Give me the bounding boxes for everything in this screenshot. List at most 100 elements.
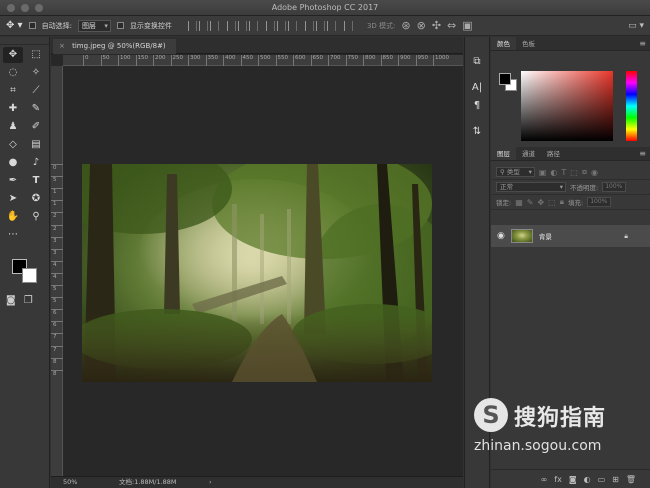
blur-tool-icon[interactable]: ● xyxy=(3,155,23,171)
layer-style-icon[interactable]: fx xyxy=(554,475,562,484)
show-transform-checkbox[interactable] xyxy=(116,22,124,29)
new-group-icon[interactable]: ▭ xyxy=(598,475,606,484)
type-tool-icon[interactable]: T xyxy=(26,173,46,189)
brush-tool-icon[interactable]: ✎ xyxy=(26,101,46,117)
lock-pixels-icon[interactable]: ✎ xyxy=(527,198,534,207)
ruler-tick-h: 950 xyxy=(415,55,428,66)
auto-select-target-dropdown[interactable]: 图层 xyxy=(77,19,111,32)
align-right-icon[interactable] xyxy=(248,20,258,31)
filter-toggle-icon[interactable]: ◉ xyxy=(591,168,598,177)
fill-input[interactable]: 100% xyxy=(587,197,612,207)
horizontal-ruler[interactable]: 0 50 100 150 200 250 300 350 400 450 500 550 600 650 7… xyxy=(63,55,463,66)
hue-slider[interactable] xyxy=(626,71,637,141)
visibility-eye-icon[interactable]: ◉ xyxy=(497,231,505,241)
filter-type-icon[interactable]: T xyxy=(561,168,566,177)
hand-tool-icon[interactable]: ✋ xyxy=(3,209,23,225)
forest-photo[interactable] xyxy=(82,164,432,382)
close-tab-icon[interactable]: × xyxy=(59,42,65,50)
eyedropper-tool-icon[interactable]: ⟋ xyxy=(26,83,46,99)
properties-icon[interactable]: ⇅ xyxy=(468,125,486,139)
workspace-menu-icon[interactable]: ▭ ▾ xyxy=(628,21,644,31)
path-selection-tool-icon[interactable]: ➤ xyxy=(3,191,23,207)
quick-mask-icon[interactable]: ◙ xyxy=(6,295,16,306)
lock-transparent-icon[interactable]: ▦ xyxy=(515,198,523,207)
zoom-tool-icon[interactable]: ⚲ xyxy=(26,209,46,225)
3d-roll-icon[interactable]: ⊗ xyxy=(417,19,426,32)
filter-shape-icon[interactable]: ⬚ xyxy=(570,168,578,177)
align-left-icon[interactable] xyxy=(226,20,236,31)
3d-pan-icon[interactable]: ✣ xyxy=(432,19,441,32)
color-panel-menu-icon[interactable]: ≡ xyxy=(639,37,646,51)
canvas[interactable] xyxy=(63,66,463,476)
healing-brush-tool-icon[interactable]: ✚ xyxy=(3,101,23,117)
auto-align-icon[interactable] xyxy=(343,20,353,31)
lock-position-icon[interactable]: ✥ xyxy=(537,198,544,207)
new-layer-icon[interactable]: ⊞ xyxy=(612,475,619,484)
color-swatches[interactable] xyxy=(10,259,42,289)
filter-smart-object-icon[interactable]: ⧇ xyxy=(582,167,587,177)
align-vcenter-icon[interactable] xyxy=(198,20,208,31)
color-picker-field[interactable] xyxy=(521,71,613,141)
shape-tool-icon[interactable]: ✪ xyxy=(26,191,46,207)
align-bottom-icon[interactable] xyxy=(209,20,219,31)
dodge-tool-icon[interactable]: ♪ xyxy=(26,155,46,171)
magic-wand-tool-icon[interactable]: ✧ xyxy=(26,65,46,81)
3d-slide-icon[interactable]: ⇔ xyxy=(447,19,456,32)
tab-channels[interactable]: 通道 xyxy=(516,147,541,160)
lasso-tool-icon[interactable]: ◌ xyxy=(3,65,23,81)
gradient-tool-icon[interactable]: ▤ xyxy=(26,137,46,153)
marquee-tool-icon[interactable]: ⬚ xyxy=(26,47,46,63)
color-panel-foreground-swatch[interactable] xyxy=(499,73,511,85)
link-layers-icon[interactable]: ∞ xyxy=(541,475,548,484)
auto-select-checkbox[interactable] xyxy=(28,22,36,29)
layers-panel-menu-icon[interactable]: ≡ xyxy=(639,147,646,161)
ruler-tick-h: 350 xyxy=(205,55,218,66)
layer-comps-icon[interactable]: ⧉ xyxy=(468,55,486,69)
3d-scale-icon[interactable]: ▣ xyxy=(462,19,472,32)
filter-pixel-icon[interactable]: ▣ xyxy=(539,168,547,177)
distribute-left-icon[interactable] xyxy=(304,20,314,31)
forest-illustration xyxy=(82,164,432,382)
status-menu-arrow[interactable]: › xyxy=(209,477,212,488)
distribute-bottom-icon[interactable] xyxy=(287,20,297,31)
tab-swatches[interactable]: 色板 xyxy=(516,37,541,50)
opacity-input[interactable]: 100% xyxy=(602,182,627,192)
screen-mode-icon[interactable]: ❐ xyxy=(24,295,33,306)
more-tools-icon[interactable]: ⋯ xyxy=(3,227,23,243)
distribute-hcenter-icon[interactable] xyxy=(315,20,325,31)
zoom-level[interactable]: 50% xyxy=(63,477,77,488)
3d-orbit-icon[interactable]: ⊛ xyxy=(401,19,410,32)
layer-row-background[interactable]: ◉ 背景 🔒︎ xyxy=(491,225,650,247)
move-tool-preset-icon[interactable]: ✥ ▾ xyxy=(6,20,23,31)
eraser-tool-icon[interactable]: ◇ xyxy=(3,137,23,153)
background-color-swatch[interactable] xyxy=(22,268,37,283)
distribute-top-icon[interactable] xyxy=(265,20,275,31)
filter-adjustment-icon[interactable]: ◐ xyxy=(550,168,557,177)
vertical-ruler[interactable]: 0 5 1 1 2 2 3 3 4 4 5 5 6 6 7 7 8 8 xyxy=(51,66,63,476)
clone-stamp-tool-icon[interactable]: ♟ xyxy=(3,119,23,135)
tab-layers[interactable]: 图层 xyxy=(491,147,516,160)
move-tool-icon[interactable]: ✥ xyxy=(3,47,23,63)
history-brush-tool-icon[interactable]: ✐ xyxy=(26,119,46,135)
add-mask-icon[interactable]: ◙ xyxy=(569,475,577,484)
paragraph-icon[interactable]: ¶ xyxy=(468,99,486,113)
align-hcenter-icon[interactable] xyxy=(237,20,247,31)
toolbox-grip[interactable] xyxy=(0,37,49,45)
pen-tool-icon[interactable]: ✒ xyxy=(3,173,23,189)
document-tab[interactable]: × timg.jpeg @ 50%(RGB/8#) xyxy=(53,39,176,54)
distribute-vcenter-icon[interactable] xyxy=(276,20,286,31)
blend-mode-dropdown[interactable]: 正常 xyxy=(496,182,566,192)
lock-artboard-icon[interactable]: ⬚ xyxy=(548,198,556,207)
ruler-tick-h: 0 xyxy=(83,55,89,66)
tab-paths[interactable]: 路径 xyxy=(541,147,566,160)
tab-color[interactable]: 颜色 xyxy=(491,37,516,50)
layer-name[interactable]: 背景 xyxy=(539,231,552,241)
distribute-right-icon[interactable] xyxy=(326,20,336,31)
adjustment-layer-icon[interactable]: ◐ xyxy=(584,475,591,484)
align-top-icon[interactable] xyxy=(187,20,197,31)
delete-layer-icon[interactable]: 🗑︎ xyxy=(626,475,636,484)
lock-all-icon[interactable]: 🔒︎ xyxy=(560,197,564,207)
crop-tool-icon[interactable]: ⌗ xyxy=(3,83,23,99)
character-icon[interactable]: A| xyxy=(468,81,486,95)
kind-filter-dropdown[interactable]: ⚲ 类型 xyxy=(496,167,535,177)
